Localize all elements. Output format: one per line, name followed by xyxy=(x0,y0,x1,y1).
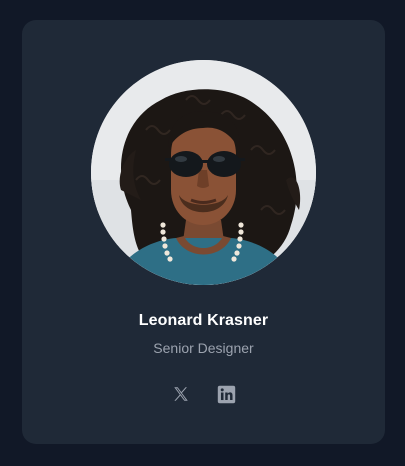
linkedin-icon xyxy=(217,385,235,403)
profile-card: Leonard Krasner Senior Designer xyxy=(22,20,385,444)
social-links xyxy=(22,384,385,404)
linkedin-link[interactable] xyxy=(216,384,236,404)
avatar xyxy=(91,60,316,285)
x-twitter-icon xyxy=(174,387,188,401)
avatar-photo xyxy=(91,60,316,285)
profile-role: Senior Designer xyxy=(153,340,254,356)
profile-name: Leonard Krasner xyxy=(138,312,269,329)
x-twitter-link[interactable] xyxy=(171,384,191,404)
